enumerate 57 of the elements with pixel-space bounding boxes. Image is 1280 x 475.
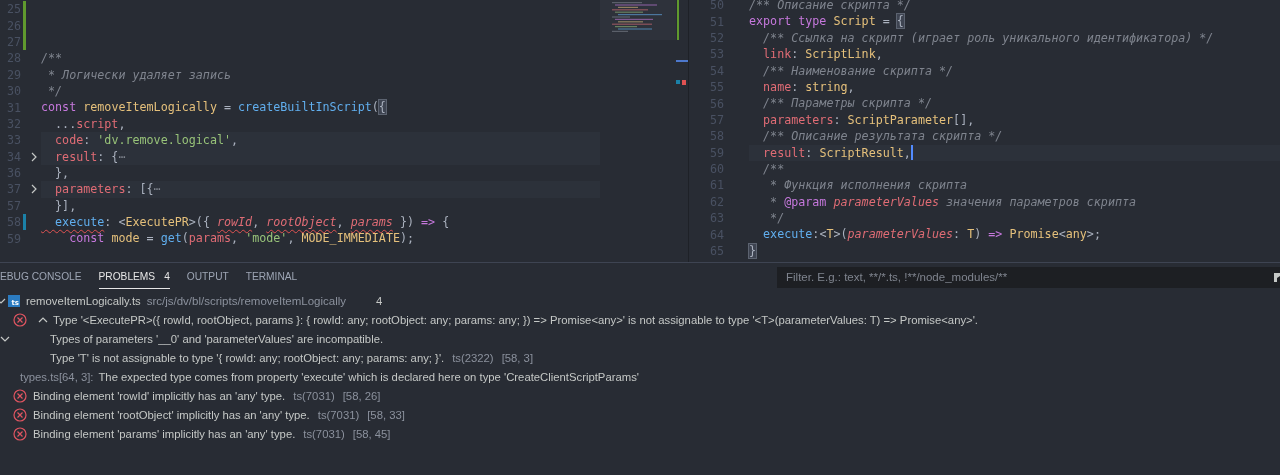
panel-tab[interactable]: EBUG CONSOLE xyxy=(0,265,82,289)
code-line: name: string, xyxy=(762,78,855,96)
problem-message[interactable]: Binding element 'rowId' implicitly has an 'any' type. xyxy=(33,389,286,402)
code-line: /** Параметры скрипта */ xyxy=(762,95,932,112)
problem-message[interactable]: Type 'T' is not assignable to type '{ rowId: any; rootObject: any; params: any; }'. xyxy=(50,351,445,364)
code-line: parameters: ScriptParameter[], xyxy=(762,111,975,129)
error-code: ts(7031) xyxy=(303,427,345,440)
problem-message[interactable]: Types of parameters '__0' and 'parameterValues' are incompatible. xyxy=(50,332,384,345)
code-line: }, xyxy=(54,164,70,182)
error-position: [58, 3] xyxy=(501,351,534,364)
problem-message[interactable]: Type '<ExecutePR>({ rowId, rootObject, params }: { rowId: any; rootObject: any; params: any; }) => Promise<any>' is not assignable to type '<T>(parameterValues: T) => Promise<any>'. xyxy=(53,313,978,326)
error-icon xyxy=(13,388,27,403)
code-line: const mode = get(params, 'mode', MODE_IMMEDIATE); xyxy=(68,230,415,247)
code-line: /** Ссылка на скрипт (играет роль уникального идентификатора) */ xyxy=(762,29,1214,47)
file-path: src/js/dv/bl/scripts/removeItemLogically xyxy=(146,294,347,307)
error-position: [58, 33] xyxy=(367,408,405,421)
panel-tab[interactable]: PROBLEMS 4 xyxy=(98,265,170,289)
error-position: [58, 45] xyxy=(352,427,391,440)
filter-field[interactable]: Filter. E.g.: text, **/*.ts, !**/node_modules/** xyxy=(777,266,1280,288)
code-line: }], xyxy=(54,197,77,215)
code-line: */ xyxy=(769,210,785,227)
code-line: result: ScriptResult, xyxy=(762,144,911,161)
code-line: ...script, xyxy=(54,115,126,133)
code-line: * Логически удаляет запись xyxy=(47,66,231,83)
code-line: /** xyxy=(762,160,785,178)
code-line: code: 'dv.remove.logical', xyxy=(54,132,239,149)
error-icon xyxy=(13,407,27,422)
error-position: [58, 26] xyxy=(342,389,381,402)
panel-tab[interactable]: TERMINAL xyxy=(245,265,298,289)
code-line: */ xyxy=(47,82,63,100)
code-line: parameters: [{⋯ xyxy=(54,181,161,198)
error-icon xyxy=(13,312,27,327)
panel-tab[interactable]: OUTPUT xyxy=(186,265,229,289)
code-line: /** xyxy=(41,50,63,67)
error-code: ts(7031) xyxy=(293,389,335,402)
code-line: /** Наименование скрипта */ xyxy=(762,62,954,79)
code-line: result: {⋯ xyxy=(54,148,126,165)
code-line: execute: <ExecutePR>({ rowId, rootObject, params }) => { xyxy=(54,214,450,231)
code-line: * @param parameterValues значения параметров скрипта xyxy=(769,193,1137,211)
code-line: export type Script = { xyxy=(749,13,904,30)
problem-message[interactable]: Binding element 'params' implicitly has an 'any' type. xyxy=(33,427,296,440)
error-icon xyxy=(13,426,27,441)
related-location[interactable]: types.ts[64, 3]: xyxy=(20,370,94,383)
problem-message[interactable]: Binding element 'rootObject' implicitly has an 'any' type. xyxy=(33,408,310,421)
related-message: The expected type comes from property 'execute' which is declared here on type 'CreateClientScriptParams' xyxy=(98,370,639,383)
code-line: execute:<T>(parameterValues: T) => Promise<any>; xyxy=(762,226,1101,243)
problem-count: 4 xyxy=(164,271,170,282)
code-line: /** Описание результата скрипта */ xyxy=(762,128,1003,145)
filter-icon[interactable] xyxy=(1274,271,1280,282)
error-code: ts(7031) xyxy=(317,408,360,421)
code-line: const removeItemLogically = createBuiltInScript({ xyxy=(41,99,386,116)
code-line: * Функция исполнения скрипта xyxy=(769,177,968,194)
code-line: link: ScriptLink, xyxy=(762,46,883,63)
error-code: ts(2322) xyxy=(452,351,494,364)
code-line: /** Описание скрипта */ xyxy=(749,0,911,14)
file-name[interactable]: removeItemLogically.ts xyxy=(26,294,141,307)
problem-count: 4 xyxy=(376,294,383,307)
